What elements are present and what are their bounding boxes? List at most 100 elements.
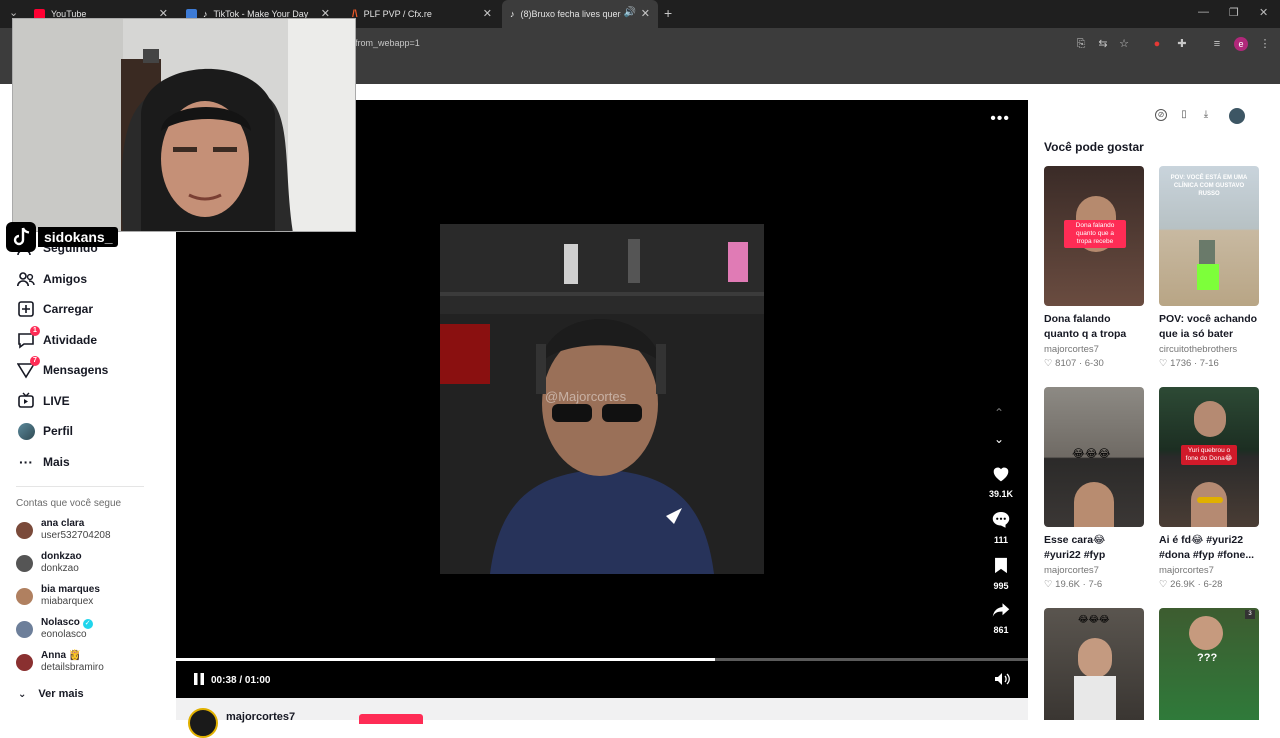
thumbnail-caption: Dona falando quanto que a tropa recebe	[1064, 220, 1126, 248]
video-stats: ♡ 8107 · 6-30	[1044, 358, 1104, 369]
notification-badge: 1	[30, 326, 40, 336]
thumbnail-caption: 😂😂😂	[1078, 614, 1110, 624]
sidebar-item-label: Perfil	[43, 424, 74, 438]
like-button[interactable]: 39.1K	[988, 466, 1014, 499]
feed-icon[interactable]: ⊘	[1155, 109, 1167, 121]
bookmark-count: 995	[993, 581, 1009, 591]
tiktok-logo-icon	[6, 222, 36, 252]
followed-account[interactable]: Anna 👸 detailsbramiro	[16, 650, 104, 674]
streamer-name: sidokans_	[38, 227, 119, 247]
sidebar-item-label: Mensagens	[43, 363, 109, 377]
followed-account[interactable]: donkzao donkzao	[16, 551, 82, 575]
pause-icon[interactable]	[192, 672, 206, 686]
video-author: majorcortes7	[1044, 344, 1099, 355]
followed-account[interactable]: bia marques miabarquex	[16, 584, 100, 608]
like-count: 8107	[1055, 358, 1077, 369]
account-name: donkzao	[41, 551, 82, 562]
post-date: 7-6	[1088, 579, 1103, 590]
next-video-icon[interactable]: ⌄	[994, 432, 1004, 446]
bookmark-button[interactable]: 995	[988, 557, 1014, 591]
video-card[interactable]: ??? 3	[1159, 608, 1259, 720]
install-app-icon[interactable]: ⎘	[1074, 37, 1088, 51]
like-count: 39.1K	[988, 489, 1014, 499]
browser-menu-icon[interactable]: ⋮	[1258, 37, 1272, 51]
media-controls-icon[interactable]: ≡	[1210, 37, 1224, 51]
sidebar-item-more[interactable]: ··· Mais	[16, 451, 70, 473]
post-date: 6-28	[1203, 579, 1223, 590]
video-title: POV: você achando que ia só bater um...	[1159, 313, 1258, 340]
account-name: Anna	[41, 650, 66, 661]
profile-avatar[interactable]	[1229, 108, 1245, 124]
tab-active-video[interactable]: ♪ (8)Bruxo fecha lives querend 🔊 ✕	[502, 0, 658, 28]
account-handle: detailsbramiro	[41, 662, 104, 673]
video-thumbnail: POV: VOCÊ ESTÁ EM UMA CLÍNICA COM GUSTAV…	[1159, 166, 1259, 306]
video-card[interactable]: Yuri quebrou o fone do Dona😂 Ai é fd😂 #y…	[1159, 387, 1259, 590]
download-icon[interactable]: ⤓	[1199, 109, 1213, 123]
profile-icon	[16, 421, 36, 441]
extension-record-icon[interactable]: ●	[1150, 37, 1164, 51]
see-more-label: Ver mais	[38, 688, 84, 700]
video-stats: ♡ 19.6K · 7-6	[1044, 579, 1103, 590]
phone-icon[interactable]: ▯	[1177, 109, 1191, 123]
heart-outline-icon: ♡	[1159, 579, 1168, 590]
see-more-button[interactable]: ⌄ Ver mais	[18, 688, 84, 700]
close-tab-icon[interactable]: ✕	[483, 7, 492, 20]
tab-title: PLF PVP / Cfx.re	[363, 9, 432, 19]
audio-playing-icon[interactable]: 🔊	[624, 7, 636, 18]
follow-button[interactable]	[359, 714, 423, 724]
video-watermark: @Majorcortes	[545, 389, 627, 404]
like-count: 26.9K	[1170, 579, 1195, 590]
restore-icon[interactable]: ❐	[1229, 6, 1239, 19]
video-card[interactable]: Dona falando quanto que a tropa recebe D…	[1044, 166, 1144, 369]
minimize-icon[interactable]: —	[1198, 6, 1209, 18]
volume-icon[interactable]	[994, 672, 1010, 686]
bookmark-star-icon[interactable]: ☆	[1117, 37, 1131, 51]
author-name[interactable]: majorcortes7	[226, 711, 295, 723]
activity-icon: 1	[16, 326, 40, 350]
sidebar-item-live[interactable]: LIVE	[16, 390, 70, 412]
sidebar-item-activity[interactable]: 1 Atividade	[16, 326, 97, 351]
video-stats: ♡ 1736 · 7-16	[1159, 358, 1219, 369]
video-thumbnail: Dona falando quanto que a tropa recebe	[1044, 166, 1144, 306]
sidebar-item-friends[interactable]: Amigos	[16, 268, 87, 290]
extensions-icon[interactable]: ✚	[1175, 37, 1189, 51]
avatar	[16, 522, 33, 539]
followed-account[interactable]: Nolasco ✓ eonolasco	[16, 617, 93, 641]
video-progress-fill	[176, 658, 716, 661]
comment-button[interactable]: 111	[988, 511, 1014, 545]
followed-account[interactable]: ana clara user532704208	[16, 518, 111, 542]
new-tab-button[interactable]: +	[664, 5, 672, 21]
video-stats: ♡ 26.9K · 6-28	[1159, 579, 1223, 590]
sidebar-divider	[16, 486, 144, 487]
video-thumbnail: 😂😂😂	[1044, 387, 1144, 527]
video-author: majorcortes7	[1159, 565, 1214, 576]
video-title: Ai é fd😂 #yuri22 #dona #fyp #fone...	[1159, 534, 1255, 561]
slideshow-indicator: 3	[1245, 610, 1255, 619]
more-options-icon[interactable]: •••	[990, 110, 1010, 128]
translate-icon[interactable]: ⇆	[1096, 37, 1110, 51]
video-thumbnail: Yuri quebrou o fone do Dona😂	[1159, 387, 1259, 527]
streamer-tag: sidokans_	[6, 222, 119, 252]
video-thumbnail: ??? 3	[1159, 608, 1259, 720]
sidebar-item-label: Mais	[43, 455, 70, 469]
author-avatar[interactable]	[188, 708, 218, 738]
heart-outline-icon: ♡	[1044, 579, 1053, 590]
video-card[interactable]: 😂😂😂 Esse cara😂 #yuri22 #fyp #cortes #don…	[1044, 387, 1144, 590]
sidebar-item-profile[interactable]: Perfil	[16, 420, 73, 442]
video-frame[interactable]: @Majorcortes	[440, 224, 764, 574]
close-window-icon[interactable]: ✕	[1259, 6, 1268, 19]
video-card[interactable]: POV: VOCÊ ESTÁ EM UMA CLÍNICA COM GUSTAV…	[1159, 166, 1259, 369]
share-button[interactable]: 861	[988, 602, 1014, 635]
sidebar-item-upload[interactable]: Carregar	[16, 298, 93, 320]
profile-avatar[interactable]: e	[1234, 37, 1248, 51]
video-card[interactable]: 😂😂😂	[1044, 608, 1144, 720]
sidebar-item-messages[interactable]: 7 Mensagens	[16, 356, 109, 381]
close-tab-icon[interactable]: ✕	[641, 7, 650, 20]
video-title: Esse cara😂 #yuri22 #fyp #cortes #don...	[1044, 534, 1106, 561]
previous-video-icon[interactable]: ⌃	[994, 406, 1004, 420]
video-author: majorcortes7	[1044, 565, 1099, 576]
video-progress-bar[interactable]	[176, 658, 1028, 661]
tab-cfx[interactable]: /\ PLF PVP / Cfx.re ✕	[344, 0, 500, 28]
address-bar[interactable]: from_webapp=1	[340, 32, 1060, 56]
url-text[interactable]: from_webapp=1	[355, 38, 420, 48]
